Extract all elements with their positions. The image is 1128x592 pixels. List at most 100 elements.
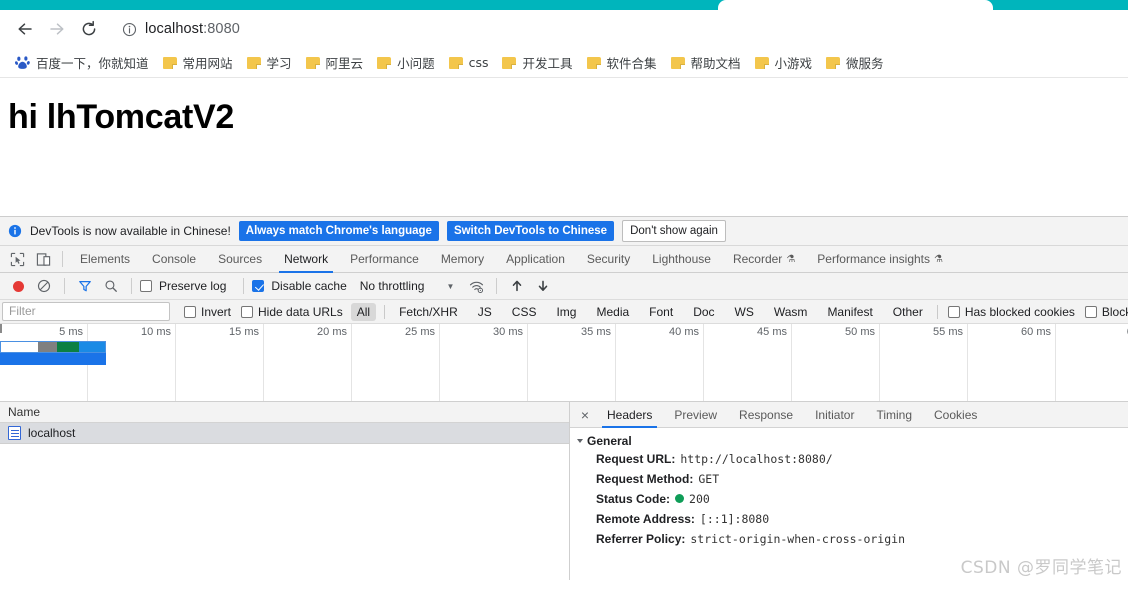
header-value: strict-origin-when-cross-origin <box>690 532 906 546</box>
hide-data-urls-toggle[interactable]: Hide data URLs <box>241 305 343 319</box>
network-overview-timeline[interactable]: 5 ms 10 ms 15 ms 20 ms 25 ms 30 ms 35 ms… <box>0 324 1128 402</box>
tab-lighthouse[interactable]: Lighthouse <box>641 246 722 273</box>
type-filter-manifest[interactable]: Manifest <box>821 303 878 321</box>
general-section-header[interactable]: General <box>577 434 1128 448</box>
tab-security[interactable]: Security <box>576 246 641 273</box>
has-blocked-cookies-checkbox[interactable] <box>947 305 960 318</box>
type-filter-doc[interactable]: Doc <box>687 303 720 321</box>
column-header-name[interactable]: Name <box>0 405 40 419</box>
device-toolbar-icon <box>36 252 50 266</box>
type-filter-other[interactable]: Other <box>887 303 929 321</box>
disable-cache-label[interactable]: Disable cache <box>271 279 346 293</box>
search-button[interactable] <box>99 274 123 298</box>
page-viewport: hi lhTomcatV2 <box>0 78 1128 216</box>
devtools-tab-bar: Elements Console Sources Network Perform… <box>0 246 1128 273</box>
tab-recorder[interactable]: Recorder ⚗ <box>722 246 806 273</box>
info-circle-icon[interactable] <box>122 22 137 37</box>
has-blocked-cookies-toggle[interactable]: Has blocked cookies <box>947 305 1075 319</box>
close-icon[interactable]: × <box>574 404 596 426</box>
devtools-panel: DevTools is now available in Chinese! Al… <box>0 216 1128 580</box>
invert-filter-toggle[interactable]: Invert <box>184 305 231 319</box>
type-filter-font[interactable]: Font <box>643 303 679 321</box>
tab-initiator[interactable]: Initiator <box>804 402 865 428</box>
record-button[interactable] <box>6 274 30 298</box>
timeline-tick: 45 ms <box>704 324 792 401</box>
filter-divider <box>936 304 938 319</box>
blocked-requests-toggle[interactable]: Blocked Requests <box>1084 305 1128 319</box>
timeline-tick-label: 55 ms <box>933 326 963 338</box>
preserve-log-label[interactable]: Preserve log <box>159 279 226 293</box>
import-har-button[interactable] <box>505 274 529 298</box>
invert-checkbox[interactable] <box>184 305 196 318</box>
bookmark-item[interactable]: 阿里云 <box>299 50 371 75</box>
throttling-select-value[interactable]: No throttling <box>360 279 425 293</box>
bookmark-item[interactable]: 开发工具 <box>495 50 579 75</box>
type-filter-js[interactable]: JS <box>472 303 498 321</box>
clear-button[interactable] <box>32 274 56 298</box>
network-conditions-button[interactable] <box>464 274 488 298</box>
chevron-down-icon[interactable] <box>577 439 583 443</box>
preserve-log-checkbox[interactable] <box>140 280 152 292</box>
reload-button[interactable] <box>74 14 104 44</box>
tab-headers[interactable]: Headers <box>596 402 663 428</box>
bookmark-item[interactable]: 百度一下，你就知道 <box>8 50 156 75</box>
back-arrow-icon <box>18 23 32 35</box>
tab-performance[interactable]: Performance <box>339 246 430 273</box>
always-match-language-button[interactable]: Always match Chrome's language <box>238 221 439 241</box>
url-host: localhost <box>145 21 204 37</box>
tab-elements[interactable]: Elements <box>69 246 141 273</box>
blocked-requests-checkbox[interactable] <box>1084 305 1097 318</box>
tab-memory[interactable]: Memory <box>430 246 495 273</box>
disable-cache-checkbox[interactable] <box>252 280 265 292</box>
header-value: [::1]:8080 <box>699 512 770 526</box>
tab-preview[interactable]: Preview <box>663 402 728 428</box>
table-row[interactable]: localhost <box>0 423 569 444</box>
forward-button[interactable] <box>42 14 72 44</box>
inspect-element-button[interactable] <box>4 247 30 271</box>
type-filter-css[interactable]: CSS <box>506 303 543 321</box>
filter-toggle-button[interactable] <box>73 274 97 298</box>
type-filter-media[interactable]: Media <box>590 303 635 321</box>
back-button[interactable] <box>10 14 40 44</box>
bookmark-item[interactable]: 常用网站 <box>156 50 240 75</box>
bookmark-item[interactable]: 帮助文档 <box>664 50 748 75</box>
bookmark-item[interactable]: 微服务 <box>819 50 891 75</box>
tab-application[interactable]: Application <box>495 246 576 273</box>
folder-icon <box>162 56 177 69</box>
toggle-device-toolbar-button[interactable] <box>30 247 56 271</box>
dismiss-infobar-button[interactable]: Don't show again <box>622 220 726 242</box>
timeline-tick: 35 ms <box>528 324 616 401</box>
tab-label: Recorder <box>732 251 783 266</box>
tab-network[interactable]: Network <box>273 246 339 273</box>
bookmark-item[interactable]: 学习 <box>240 50 299 75</box>
document-icon <box>8 426 21 440</box>
tab-label: Lighthouse <box>652 251 711 266</box>
filter-input[interactable]: Filter <box>2 302 170 321</box>
waterfall-segment-ttfb <box>57 342 79 352</box>
tab-response[interactable]: Response <box>728 402 804 428</box>
tab-performance-insights[interactable]: Performance insights ⚗ <box>806 246 954 273</box>
invert-label: Invert <box>201 304 232 319</box>
bookmark-item[interactable]: 软件合集 <box>580 50 664 75</box>
tab-timing[interactable]: Timing <box>865 402 923 428</box>
tab-sources[interactable]: Sources <box>207 246 273 273</box>
chevron-down-icon[interactable]: ▼ <box>446 282 454 291</box>
url-rest: :8080 <box>203 21 240 37</box>
timeline-tick: 30 ms <box>440 324 528 401</box>
bookmark-item[interactable]: 小游戏 <box>748 50 820 75</box>
type-filter-img[interactable]: Img <box>550 303 582 321</box>
hide-data-urls-checkbox[interactable] <box>241 305 254 318</box>
switch-devtools-language-button[interactable]: Switch DevTools to Chinese <box>446 221 615 241</box>
bookmark-item[interactable]: css <box>442 52 496 73</box>
type-filter-all[interactable]: All <box>350 302 377 321</box>
type-filter-ws[interactable]: WS <box>729 303 760 321</box>
active-browser-tab[interactable] <box>718 0 993 10</box>
address-bar[interactable]: localhost:8080 <box>112 15 1118 43</box>
type-filter-fetch-xhr[interactable]: Fetch/XHR <box>393 303 464 321</box>
tab-console[interactable]: Console <box>141 246 207 273</box>
export-har-button[interactable] <box>531 274 555 298</box>
timeline-tick: 65 <box>1056 324 1128 401</box>
type-filter-wasm[interactable]: Wasm <box>768 303 814 321</box>
bookmark-item[interactable]: 小问题 <box>370 50 442 75</box>
tab-cookies[interactable]: Cookies <box>923 402 988 428</box>
